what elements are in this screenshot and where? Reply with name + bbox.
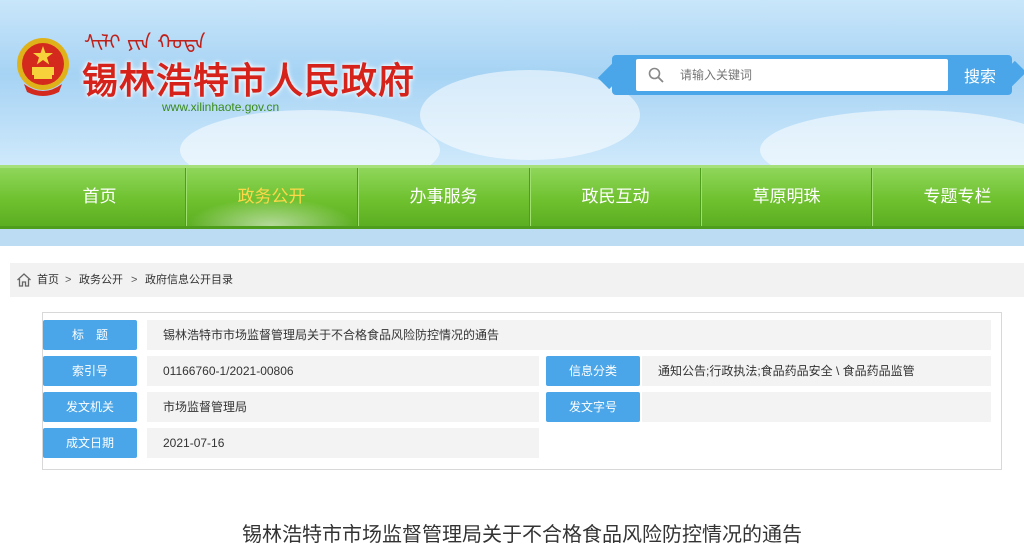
site-title[interactable]: 锡林浩特市人民政府	[82, 52, 415, 104]
nav-item-government-affairs[interactable]: 政务公开	[186, 168, 357, 226]
search-input[interactable]	[636, 59, 948, 91]
site-header: ᠰᠢᠯᠢ ᠶᠢᠨ ᠬᠣᠲᠠ 锡林浩特市人民政府 www.xilinhaote.g…	[0, 0, 1024, 165]
breadcrumb-info-catalog[interactable]: 政府信息公开目录	[145, 263, 233, 297]
main-nav: 首页 政务公开 办事服务 政民互动 草原明珠 专题专栏	[0, 165, 1024, 229]
sub-nav-bar	[0, 229, 1024, 246]
date-value: 2021-07-16	[147, 428, 539, 458]
home-icon[interactable]	[16, 272, 32, 288]
issuer-value: 市场监督管理局	[147, 392, 539, 422]
nav-item-interaction[interactable]: 政民互动	[530, 168, 701, 226]
index-value: 01166760-1/2021-00806	[147, 356, 539, 386]
breadcrumb-separator: >	[65, 274, 72, 286]
title-label: 标 题	[43, 320, 137, 350]
category-label: 信息分类	[546, 356, 640, 386]
nav-item-home[interactable]: 首页	[14, 168, 185, 226]
index-label: 索引号	[43, 356, 137, 386]
search-bar: 搜索	[612, 55, 1012, 95]
search-icon	[648, 67, 664, 83]
breadcrumb-home[interactable]: 首页	[37, 263, 59, 297]
site-url[interactable]: www.xilinhaote.gov.cn	[162, 100, 279, 114]
breadcrumb: 首页 > 政务公开 > 政府信息公开目录	[10, 263, 1024, 297]
docno-value	[642, 392, 991, 422]
breadcrumb-government-affairs[interactable]: 政务公开	[79, 263, 123, 297]
mongolian-site-name: ᠰᠢᠯᠢ ᠶᠢᠨ ᠬᠣᠲᠠ	[84, 30, 206, 54]
breadcrumb-separator: >	[131, 274, 138, 286]
document-metadata: 标 题 锡林浩特市市场监督管理局关于不合格食品风险防控情况的通告 索引号 011…	[42, 312, 1002, 470]
nav-item-grassland-pearl[interactable]: 草原明珠	[701, 168, 872, 226]
nav-item-special-topics[interactable]: 专题专栏	[872, 168, 1024, 226]
national-emblem-icon	[17, 38, 69, 96]
date-label: 成文日期	[43, 428, 137, 458]
nav-item-services[interactable]: 办事服务	[358, 168, 529, 226]
search-button[interactable]: 搜索	[950, 59, 1010, 91]
title-value: 锡林浩特市市场监督管理局关于不合格食品风险防控情况的通告	[147, 320, 991, 350]
docno-label: 发文字号	[546, 392, 640, 422]
article-title: 锡林浩特市市场监督管理局关于不合格食品风险防控情况的通告	[242, 522, 802, 546]
cloud-decoration	[180, 110, 440, 165]
issuer-label: 发文机关	[43, 392, 137, 422]
category-value: 通知公告;行政执法;食品药品安全 \ 食品药品监管	[642, 356, 991, 386]
cloud-decoration	[760, 110, 1024, 165]
